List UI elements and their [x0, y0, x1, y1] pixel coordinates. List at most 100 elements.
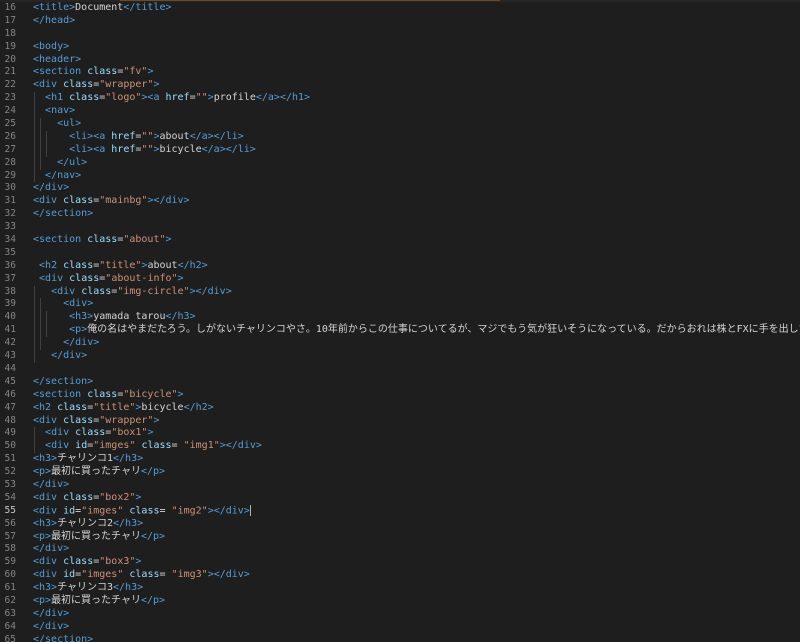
line-content: </section> [33, 376, 93, 389]
code-token: </ul> [57, 156, 88, 168]
code-line[interactable]: 26 <li><a href="">about</a></li> [0, 130, 800, 144]
code-line[interactable]: 57 <p>最初に買ったチャリ</p> [0, 531, 800, 544]
line-number: 55 [4, 504, 16, 516]
line-content: <h3>チャリンコ2</h3> [33, 518, 143, 531]
code-line[interactable]: 29 </nav> [0, 169, 800, 183]
code-token: class [75, 427, 106, 439]
code-line[interactable]: 23 <h1 class="logo"><a href="">profile</… [0, 92, 800, 106]
code-line[interactable]: 18 [0, 28, 800, 41]
line-number: 23 [4, 92, 16, 104]
line-number: 59 [4, 556, 16, 568]
code-line[interactable]: 46 <section class="bicycle"> [0, 389, 800, 402]
code-line[interactable]: 21 <section class="fv"> [0, 66, 800, 79]
code-line[interactable]: 33 [0, 221, 800, 234]
code-line[interactable]: 65 </section> [0, 634, 800, 642]
code-token: href [111, 143, 136, 155]
code-line[interactable]: 63 </div> [0, 608, 800, 621]
line-content: <div id="imges" class= "img2"></div> [33, 504, 251, 518]
code-line[interactable]: 54 <div class="box2"> [0, 492, 800, 505]
code-token: <div [33, 414, 58, 426]
code-line[interactable]: 36 <h2 class="title">about</h2> [0, 260, 800, 273]
code-line[interactable]: 34 <section class="about"> [0, 234, 800, 247]
line-number: 32 [4, 208, 16, 220]
code-token: <div [45, 440, 70, 452]
code-token: > [165, 234, 172, 246]
line-content: <div class="wrapper"> [33, 79, 159, 92]
code-line[interactable]: 31 <div class="mainbg"></div> [0, 195, 800, 208]
line-number: 18 [4, 27, 16, 39]
code-line[interactable]: 20 <header> [0, 54, 800, 67]
code-token: <p> [33, 594, 52, 606]
code-line[interactable]: 25 <ul> [0, 118, 800, 131]
code-line[interactable]: 56 <h3>チャリンコ2</h3> [0, 518, 800, 531]
code-line[interactable]: 48 <div class="wrapper"> [0, 415, 800, 428]
line-content: <p>最初に買ったチャリ</p> [33, 595, 165, 608]
line-number: 26 [4, 130, 16, 142]
code-line[interactable]: 43 </div> [0, 350, 800, 363]
line-number: 38 [4, 285, 16, 297]
line-number: 58 [4, 543, 16, 555]
code-line[interactable]: 41 <p>俺の名はやまだたろう。しがないチャリンコやさ。10年前からこの仕事に… [0, 324, 800, 338]
code-token: <h3> [69, 311, 94, 323]
code-line[interactable]: 55 <div id="imges" class= "img2"></div> [0, 504, 800, 518]
code-line[interactable]: 42 </div> [0, 337, 800, 351]
code-token: > [177, 272, 184, 284]
code-token: <li><a [69, 143, 106, 155]
line-content: <li><a href="">about</a></li> [33, 131, 244, 144]
line-content: <div class="mainbg"></div> [33, 195, 190, 208]
code-editor[interactable]: 16 <title>Document</title> 17 </head> 18 19 <b… [0, 0, 800, 642]
code-line[interactable]: 27 <li><a href="">bicycle</a></li> [0, 143, 800, 157]
code-line[interactable]: 24 <nav> [0, 105, 800, 119]
code-token: </div> [63, 337, 100, 349]
code-token: bicycle [159, 143, 202, 155]
code-token: ><a [141, 92, 160, 104]
code-token: class [81, 285, 112, 297]
code-line[interactable]: 38 <div class="img-circle"></div> [0, 285, 800, 299]
code-line[interactable]: 60 <div id="imges" class= "img3"></div> [0, 569, 800, 582]
code-line[interactable]: 19 <body> [0, 41, 800, 54]
code-token: > [177, 388, 184, 400]
line-content: <body> [33, 41, 69, 54]
code-token: </h3> [113, 582, 144, 594]
code-line[interactable]: 22 <div class="wrapper"> [0, 79, 800, 92]
line-number: 63 [4, 607, 16, 619]
code-line[interactable]: 47 <h2 class="title">bicycle</h2> [0, 402, 800, 415]
code-line[interactable]: 32 </section> [0, 208, 800, 221]
code-line[interactable]: 44 [0, 363, 800, 376]
line-number: 64 [4, 620, 16, 632]
code-line[interactable]: 45 </section> [0, 376, 800, 389]
code-line[interactable]: 61 <h3>チャリンコ3</h3> [0, 582, 800, 595]
code-line[interactable]: 58 </div> [0, 543, 800, 556]
code-token: </section> [33, 208, 94, 220]
code-token: "imges" [81, 569, 124, 581]
code-line[interactable]: 62 <p>最初に買ったチャリ</p> [0, 595, 800, 608]
line-number: 43 [4, 350, 16, 362]
code-token: "box3" [99, 556, 136, 568]
code-line[interactable]: 59 <div class="box3"> [0, 556, 800, 569]
line-number: 20 [4, 53, 16, 65]
code-line[interactable]: 28 </ul> [0, 156, 800, 170]
code-line[interactable]: 35 [0, 247, 800, 260]
code-token: "" [141, 143, 154, 155]
code-line[interactable]: 17 </head> [0, 15, 800, 28]
line-content: </ul> [33, 157, 87, 170]
text-cursor [249, 504, 251, 516]
line-number: 56 [4, 517, 16, 529]
code-token: > [153, 79, 160, 91]
code-token: </nav> [45, 169, 82, 181]
code-line[interactable]: 53 </div> [0, 479, 800, 492]
code-line[interactable]: 37 <div class="about-info"> [0, 273, 800, 286]
code-line[interactable]: 40 <h3>yamada tarou</h3> [0, 311, 800, 325]
code-line[interactable]: 16 <title>Document</title> [0, 2, 800, 15]
code-line[interactable]: 30 </div> [0, 182, 800, 195]
code-token: "mainbg" [99, 195, 148, 207]
code-token: </p> [140, 466, 166, 478]
code-line[interactable]: 51 <h3>チャリンコ1</h3> [0, 453, 800, 466]
code-line[interactable]: 50 <div id="imges" class= "img1"></div> [0, 440, 800, 454]
code-line[interactable]: 49 <div class="box1"> [0, 427, 800, 441]
code-area[interactable]: 16 <title>Document</title> 17 </head> 18 19 <b… [0, 2, 800, 642]
code-line[interactable]: 52 <p>最初に買ったチャリ</p> [0, 466, 800, 479]
code-line[interactable]: 39 <div> [0, 298, 800, 312]
code-line[interactable]: 64 </div> [0, 621, 800, 634]
code-token: <section [33, 66, 82, 78]
